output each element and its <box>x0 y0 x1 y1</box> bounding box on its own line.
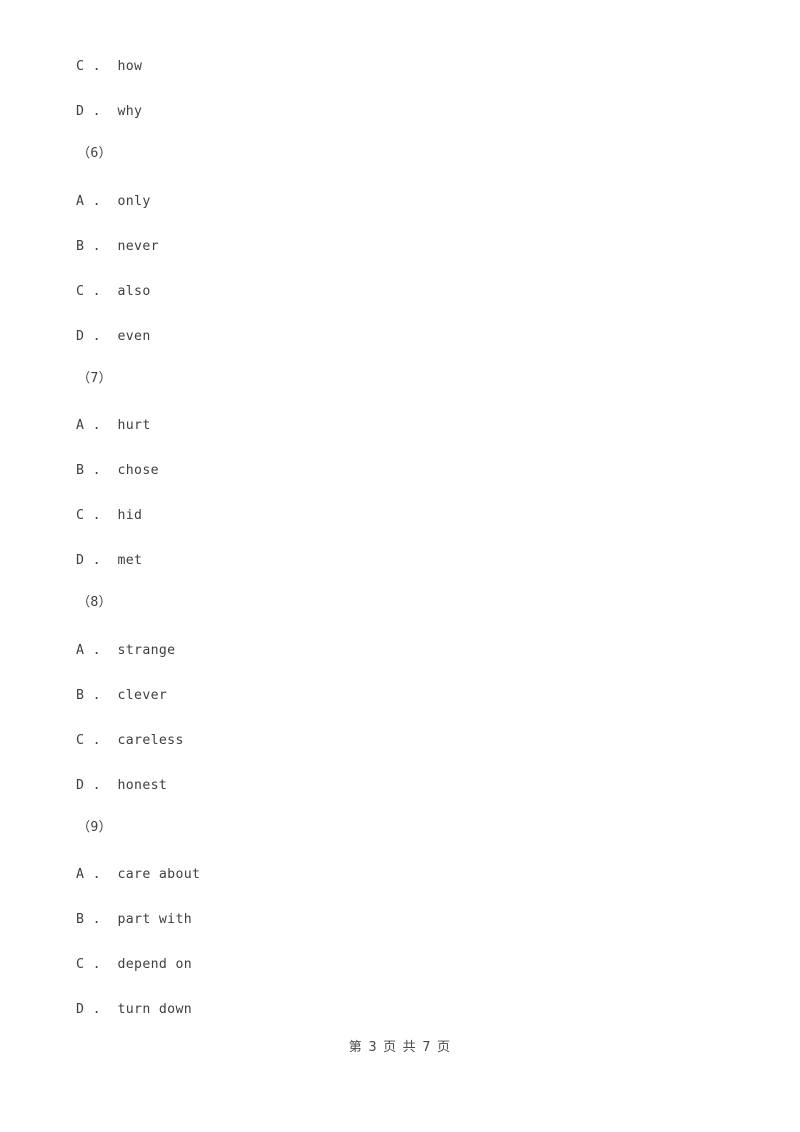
answer-option: C . hid <box>76 508 143 523</box>
question-number: （7） <box>77 371 112 386</box>
answer-option: B . part with <box>76 912 193 927</box>
answer-option: D . met <box>76 553 143 568</box>
answer-option: C . careless <box>76 733 184 748</box>
answer-option: A . only <box>76 194 151 209</box>
question-number: （8） <box>77 595 112 610</box>
answer-option: A . care about <box>76 867 201 882</box>
answer-option: D . turn down <box>76 1002 193 1017</box>
page-footer: 第 3 页 共 7 页 <box>348 1040 452 1055</box>
answer-option: C . also <box>76 284 151 299</box>
answer-option: B . never <box>76 239 159 254</box>
answer-option: B . chose <box>76 463 159 478</box>
answer-option: C . depend on <box>76 957 193 972</box>
answer-option: D . even <box>76 329 151 344</box>
question-number: （9） <box>77 820 112 835</box>
answer-option: A . strange <box>76 643 176 658</box>
question-number: （6） <box>77 146 112 161</box>
answer-option: A . hurt <box>76 418 151 433</box>
answer-option: B . clever <box>76 688 168 703</box>
document-page: C . how D . why （6） A . only B . never C . al… <box>0 0 800 1132</box>
answer-option: C . how <box>76 59 143 74</box>
answer-option: D . why <box>76 104 143 119</box>
answer-option: D . honest <box>76 778 168 793</box>
